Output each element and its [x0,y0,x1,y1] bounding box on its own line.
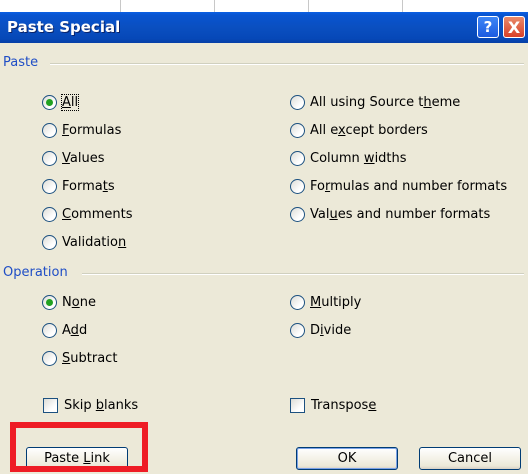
radio-all[interactable]: All [42,92,80,112]
option-label: All except borders [310,122,428,138]
grid-line [402,0,403,12]
radio-comments[interactable]: Comments [42,204,132,224]
radio-button[interactable] [42,150,57,166]
ok-button[interactable]: OK [296,447,398,470]
radio-all-using-source-theme[interactable]: All using Source theme [290,92,460,112]
close-icon: X [507,17,521,37]
checkbox[interactable] [43,397,58,413]
radio-validation[interactable]: Validation [42,232,126,252]
radio-subtract[interactable]: Subtract [42,348,117,368]
option-label: Formats [62,178,115,194]
radio-button[interactable] [42,234,57,250]
option-label: Values and number formats [310,206,491,222]
radio-button[interactable] [290,150,305,166]
radio-multiply[interactable]: Multiply [290,292,361,312]
radio-button[interactable] [290,94,305,110]
checkbox-skip-blanks[interactable]: Skip blanks [43,395,138,415]
radio-button[interactable] [42,206,57,222]
radio-button[interactable] [42,122,57,138]
radio-button[interactable] [290,322,305,338]
option-label: All [60,93,80,111]
button-label: Paste Link [44,451,110,466]
operation-group-label: Operation [3,265,68,280]
radio-button[interactable] [42,322,57,338]
radio-button[interactable] [290,294,305,310]
option-label: Values [62,150,105,166]
option-label: None [62,294,96,310]
grid-line [308,0,309,12]
help-button[interactable]: ? [477,16,499,38]
paste-group-divider [50,63,524,65]
radio-formulas[interactable]: Formulas [42,120,121,140]
title-bar[interactable]: Paste Special ? X [0,12,528,43]
radio-values-and-number-formats[interactable]: Values and number formats [290,204,490,224]
radio-button[interactable] [42,294,57,310]
dialog-title: Paste Special [7,18,121,36]
radio-add[interactable]: Add [42,320,87,340]
close-button[interactable]: X [503,16,525,38]
radio-none[interactable]: None [42,292,96,312]
option-label: Column widths [310,150,407,166]
help-icon: ? [483,18,493,36]
radio-button[interactable] [42,350,57,366]
button-label: OK [337,451,357,466]
option-label: Add [62,322,88,338]
radio-formats[interactable]: Formats [42,176,115,196]
option-label: Validation [62,234,127,250]
option-label: Formulas [62,122,122,138]
radio-button[interactable] [42,94,57,110]
grid-line [214,0,215,12]
radio-column-widths[interactable]: Column widths [290,148,407,168]
radio-divide[interactable]: Divide [290,320,351,340]
paste-link-button[interactable]: Paste Link [26,447,128,470]
button-label: Cancel [447,451,493,466]
operation-group-divider [82,273,524,275]
option-label: Comments [62,206,133,222]
radio-button[interactable] [290,178,305,194]
option-label: Formulas and number formats [310,178,508,194]
option-label: Transpose [311,397,377,413]
checkbox[interactable] [290,397,305,413]
grid-line [120,0,121,12]
option-label: Subtract [62,350,118,366]
radio-button[interactable] [290,122,305,138]
radio-all-except-borders[interactable]: All except borders [290,120,428,140]
paste-special-dialog: Paste Special ? X Paste All Formulas Val… [0,12,528,474]
cancel-button[interactable]: Cancel [419,447,521,470]
paste-group-label: Paste [3,55,39,70]
radio-formulas-and-number-formats[interactable]: Formulas and number formats [290,176,507,196]
option-label: Skip blanks [64,397,139,413]
radio-button[interactable] [290,206,305,222]
radio-button[interactable] [42,178,57,194]
option-label: Divide [310,322,352,338]
option-label: All using Source theme [310,94,461,110]
checkbox-transpose[interactable]: Transpose [290,395,376,415]
radio-values[interactable]: Values [42,148,104,168]
option-label: Multiply [310,294,362,310]
